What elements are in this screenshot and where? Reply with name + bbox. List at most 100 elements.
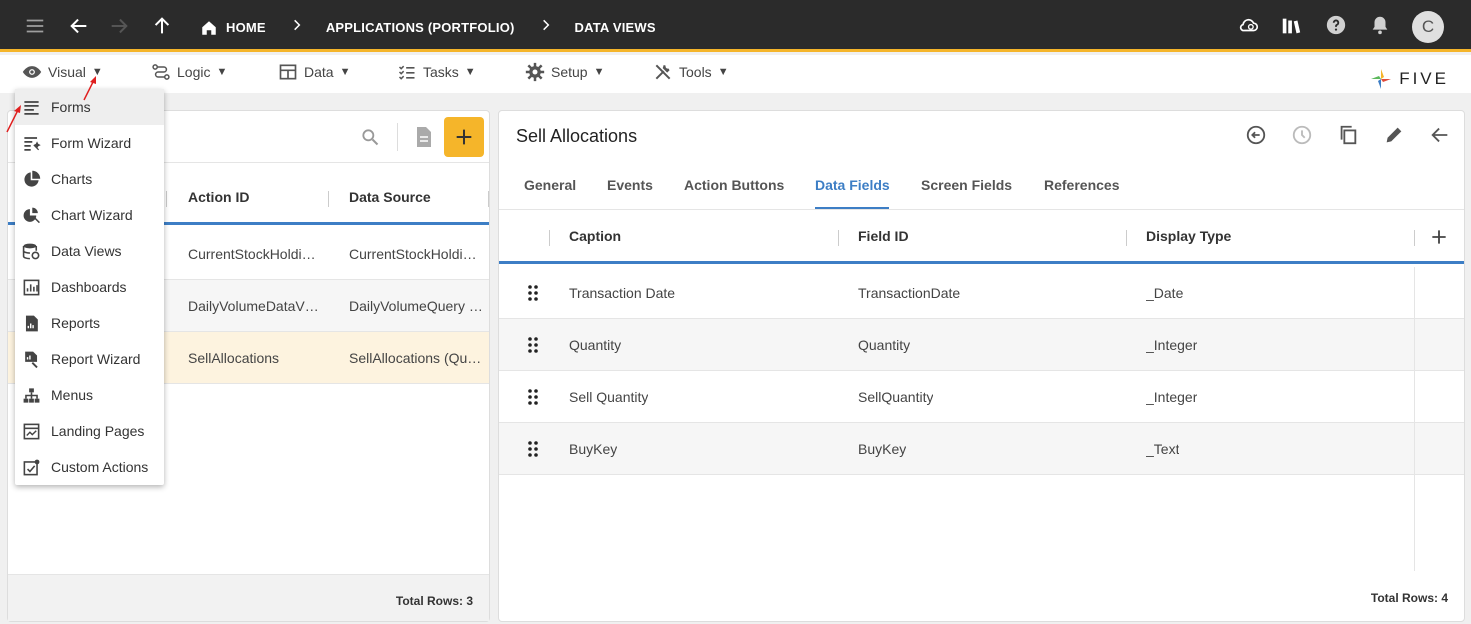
cloud-icon[interactable] [1238, 14, 1260, 36]
chevron-down-icon[interactable]: ▼ [718, 66, 729, 78]
reports-icon [25, 315, 38, 331]
row-divider [1414, 371, 1415, 422]
column-header-display-type[interactable]: Display Type [1146, 228, 1231, 244]
edit-pencil-icon[interactable] [1382, 123, 1406, 147]
column-header-field-id[interactable]: Field ID [858, 228, 909, 244]
menu-setup[interactable]: Setup ▼ [525, 61, 604, 83]
drag-handle-icon[interactable] [527, 284, 539, 302]
menu-item-report-wizard[interactable]: Report Wizard [15, 341, 164, 377]
menu-item-reports[interactable]: Reports [15, 305, 164, 341]
add-button[interactable] [444, 117, 484, 157]
chevron-down-icon[interactable]: ▼ [594, 66, 605, 78]
document-icon[interactable] [411, 125, 435, 149]
menu-item-label: Custom Actions [51, 459, 149, 475]
chevron-down-icon[interactable]: ▼ [465, 66, 476, 78]
tab-events[interactable]: Events [607, 177, 653, 193]
detail-actions [1244, 123, 1452, 147]
five-logo: FIVE [1369, 67, 1449, 91]
dashboards-icon [23, 279, 40, 295]
menu-item-menus[interactable]: Menus [15, 377, 164, 413]
cell-field-id: TransactionDate [858, 285, 961, 301]
tab-action-buttons[interactable]: Action Buttons [684, 177, 784, 193]
top-bar: HOME APPLICATIONS (PORTFOLIO) DATA VIEWS… [0, 0, 1471, 52]
breadcrumb-data-views[interactable]: DATA VIEWS [575, 20, 656, 35]
list-footer: Total Rows: 3 [8, 574, 489, 621]
menu-logic[interactable]: Logic ▼ [151, 61, 227, 83]
cell-data-source: SellAllocations (Qu… [349, 350, 482, 366]
cell-caption: Quantity [569, 337, 622, 353]
column-divider [838, 230, 839, 246]
breadcrumb: HOME APPLICATIONS (PORTFOLIO) DATA VIEWS [200, 18, 656, 37]
help-icon[interactable] [1325, 14, 1347, 36]
fields-grid-header: Caption Field ID Display Type [499, 210, 1464, 264]
chevron-right-icon [290, 18, 304, 37]
menu-item-label: Menus [51, 387, 94, 403]
copy-icon[interactable] [1336, 123, 1360, 147]
search-icon[interactable] [360, 127, 380, 147]
notification-bell-icon[interactable] [1369, 14, 1391, 36]
menu-item-label: Report Wizard [51, 351, 141, 367]
up-arrow-icon[interactable] [151, 15, 173, 37]
table-row[interactable]: Transaction Date TransactionDate _Date [499, 267, 1464, 319]
home-icon[interactable] [200, 19, 218, 37]
table-row[interactable]: BuyKey BuyKey _Text [499, 423, 1464, 475]
menu-tools[interactable]: Tools ▼ [653, 61, 729, 83]
cell-field-id: Quantity [858, 337, 911, 353]
chevron-down-icon[interactable]: ▼ [340, 66, 351, 78]
menu-data[interactable]: Data ▼ [278, 61, 350, 83]
cell-display-type: _Text [1146, 441, 1180, 457]
clock-icon[interactable] [1290, 123, 1314, 147]
column-divider [1414, 230, 1415, 246]
menu-setup-label: Setup [551, 64, 588, 80]
menu-tasks[interactable]: Tasks ▼ [397, 61, 476, 83]
cell-display-type: _Integer [1146, 389, 1198, 405]
hamburger-menu-icon[interactable] [24, 15, 46, 37]
add-column-plus-icon[interactable] [1429, 227, 1449, 247]
detail-title: Sell Allocations [516, 126, 638, 146]
checklist-icon [398, 65, 415, 80]
cell-field-id: BuyKey [858, 441, 907, 457]
breadcrumb-applications[interactable]: APPLICATIONS (PORTFOLIO) [326, 20, 515, 35]
cell-caption: Sell Quantity [569, 389, 649, 405]
chevron-down-icon[interactable]: ▼ [216, 66, 227, 78]
table-row[interactable]: Quantity Quantity _Integer [499, 319, 1464, 371]
row-divider [1414, 319, 1415, 370]
menu-item-charts[interactable]: Charts [15, 161, 164, 197]
back-arrow-icon[interactable] [1428, 123, 1452, 147]
menu-item-form-wizard[interactable]: Form Wizard [15, 125, 164, 161]
tab-references[interactable]: References [1044, 177, 1120, 193]
tools-icon [655, 64, 671, 80]
drag-handle-icon[interactable] [527, 440, 539, 458]
menu-item-custom-actions[interactable]: Custom Actions [15, 449, 164, 485]
column-header-action-id[interactable]: Action ID [188, 189, 249, 205]
column-header-caption[interactable]: Caption [569, 228, 621, 244]
total-rows: Total Rows: 4 [1370, 591, 1448, 605]
toolbar-divider [397, 123, 398, 151]
drag-handle-icon[interactable] [527, 336, 539, 354]
tab-screen-fields[interactable]: Screen Fields [921, 177, 1012, 193]
tab-general[interactable]: General [524, 177, 576, 193]
column-divider [166, 191, 167, 207]
form-wizard-icon [24, 136, 41, 151]
menu-item-label: Dashboards [51, 279, 127, 295]
user-avatar[interactable]: C [1412, 11, 1444, 43]
back-arrow-icon[interactable] [68, 15, 90, 37]
drag-handle-icon[interactable] [527, 388, 539, 406]
forward-arrow-icon[interactable] [108, 15, 130, 37]
menu-item-data-views[interactable]: Data Views [15, 233, 164, 269]
table-row[interactable]: Sell Quantity SellQuantity _Integer [499, 371, 1464, 423]
library-icon[interactable] [1280, 15, 1302, 37]
history-back-icon[interactable] [1244, 123, 1268, 147]
menu-item-dashboards[interactable]: Dashboards [15, 269, 164, 305]
column-header-data-source[interactable]: Data Source [349, 189, 431, 205]
menu-item-landing-pages[interactable]: Landing Pages [15, 413, 164, 449]
cell-field-id: SellQuantity [858, 389, 934, 405]
total-rows: Total Rows: 3 [395, 594, 473, 608]
breadcrumb-home[interactable]: HOME [226, 20, 266, 35]
cell-display-type: _Date [1146, 285, 1184, 301]
menu-item-label: Landing Pages [51, 423, 145, 439]
tab-data-fields[interactable]: Data Fields [815, 177, 890, 193]
column-divider [1126, 230, 1127, 246]
forms-icon [24, 100, 39, 115]
menu-item-chart-wizard[interactable]: Chart Wizard [15, 197, 164, 233]
